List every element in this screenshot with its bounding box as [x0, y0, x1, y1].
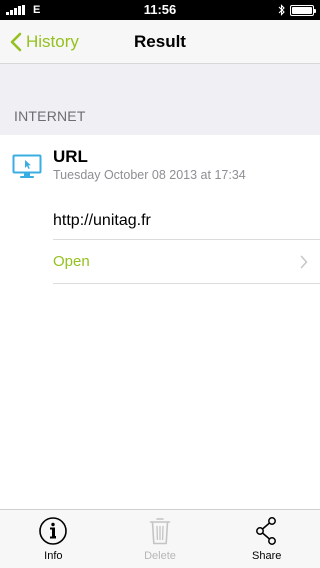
bluetooth-icon [278, 4, 285, 16]
tab-bar: Info Delete Share [0, 509, 320, 568]
result-date: Tuesday October 08 2013 at 17:34 [53, 168, 246, 182]
tab-delete-label: Delete [144, 550, 176, 562]
back-button-label: History [26, 32, 79, 51]
tab-delete[interactable]: Delete [107, 510, 214, 568]
tab-share-label: Share [252, 550, 282, 562]
tab-info[interactable]: Info [0, 510, 107, 568]
info-icon [39, 517, 68, 545]
divider [53, 283, 320, 284]
back-button[interactable]: History [10, 20, 79, 64]
open-button-label: Open [53, 253, 90, 270]
tab-share[interactable]: Share [213, 510, 320, 568]
section-header: INTERNET [14, 108, 86, 124]
battery-icon [290, 4, 316, 16]
trash-icon [149, 518, 171, 545]
chevron-left-icon [10, 32, 22, 52]
status-time: 11:56 [143, 2, 177, 17]
share-icon [255, 517, 276, 545]
result-type-label: URL [53, 147, 88, 166]
status-bar: E 11:56 [0, 0, 320, 20]
tab-info-label: Info [44, 550, 63, 562]
open-button[interactable]: Open [0, 240, 320, 284]
monitor-cursor-icon [12, 154, 42, 178]
result-card: URL Tuesday October 08 2013 at 17:34 htt… [0, 135, 320, 510]
navigation-bar: History Result [0, 20, 320, 64]
section-header-background [0, 64, 320, 135]
result-value: http://unitag.fr [53, 212, 151, 229]
status-right [278, 4, 316, 16]
chevron-right-icon [300, 255, 308, 269]
